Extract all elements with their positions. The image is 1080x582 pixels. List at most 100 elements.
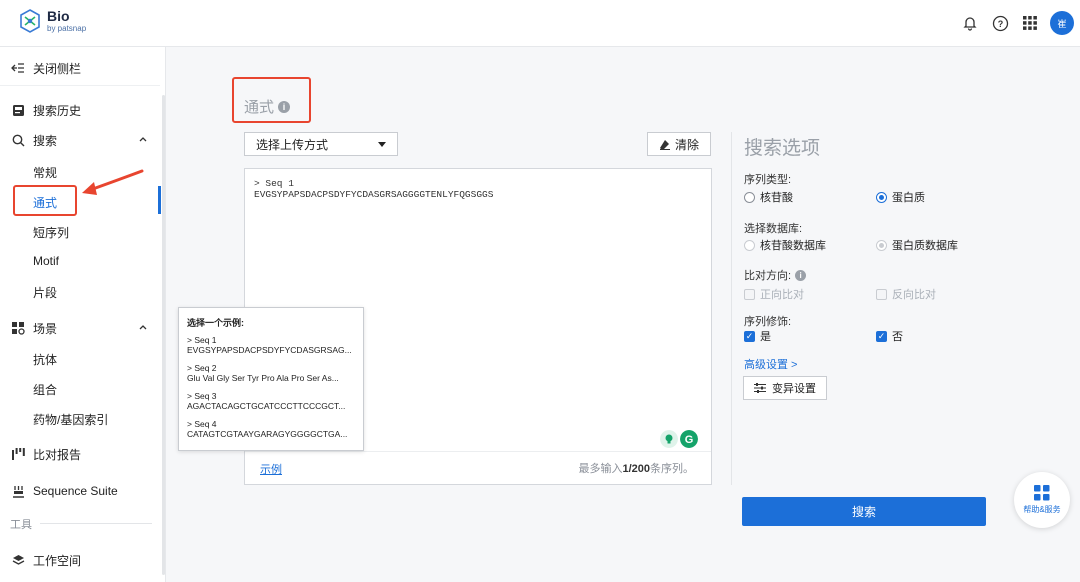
radio-protein-db[interactable]: 蛋白质数据库 [876, 237, 958, 253]
radio-protein[interactable]: 蛋白质 [876, 189, 925, 205]
sequence-limit-count: 1/200 [622, 463, 650, 475]
example-item[interactable]: > Seq 4 CATAGTCGTAAYGARAGYGGGGCTGA... [187, 419, 355, 439]
annotation-box-sidebar [13, 185, 77, 216]
sidebar-item-label: 搜索 [33, 133, 58, 148]
search-icon [11, 133, 25, 147]
sliders-icon [754, 383, 766, 393]
chevron-up-icon[interactable] [138, 322, 148, 332]
help-service-button[interactable]: 帮助&服务 [1014, 472, 1070, 528]
sidebar-item-scenes[interactable]: 场景 [0, 314, 160, 342]
mutation-settings-button[interactable]: 变异设置 [743, 376, 827, 400]
top-bar: Bio by patsnap ? 崔 [0, 0, 1080, 47]
bell-icon[interactable] [958, 11, 982, 35]
info-icon[interactable]: i [795, 269, 807, 281]
sidebar-collapse-button[interactable]: 关闭侧栏 [0, 54, 160, 82]
help-circle-icon[interactable]: ? [988, 11, 1012, 35]
sidebar-item-label: 场景 [33, 321, 58, 336]
caret-down-icon [378, 142, 386, 147]
clear-button[interactable]: 清除 [647, 132, 711, 156]
sequence-text[interactable]: > Seq 1 EVGSYPAPSDACPSDYFYCDASGRSAGGGGTE… [254, 178, 493, 200]
checkbox-modify-no[interactable]: ✓ 否 [876, 328, 903, 344]
tools-section-label: 工具 [10, 519, 32, 531]
grammarly-icon[interactable]: G [680, 430, 698, 448]
sidebar-item-sequence-suite[interactable]: Sequence Suite [0, 477, 160, 505]
upload-method-label: 选择上传方式 [256, 137, 329, 152]
annotation-arrow-icon [82, 169, 144, 195]
sidebar-item-label: 搜索历史 [33, 103, 82, 118]
sidebar-item-short-sequence[interactable]: 短序列 [33, 224, 69, 241]
db-label: 选择数据库: [744, 223, 803, 235]
checkbox-reverse[interactable]: 反向比对 [876, 286, 936, 302]
checkbox-modify-yes[interactable]: ✓ 是 [744, 328, 771, 344]
popup-title: 选择一个示例: [187, 318, 244, 328]
sidebar-divider [0, 85, 160, 86]
radio-checked-icon [876, 191, 887, 203]
collapse-icon [11, 61, 25, 75]
sidebar-item-label: Sequence Suite [33, 484, 118, 498]
direction-label: 比对方向: i [744, 267, 807, 283]
sidebar-item-combination[interactable]: 组合 [33, 381, 57, 398]
upload-method-select[interactable]: 选择上传方式 [244, 132, 398, 156]
logo-title: Bio [47, 8, 70, 24]
options-divider [731, 132, 732, 485]
suite-icon [11, 484, 25, 498]
sequence-limit-text: 最多输入1/200条序列。 [578, 463, 694, 475]
lightbulb-icon[interactable] [660, 430, 678, 448]
modify-label: 序列修饰: [744, 316, 792, 328]
svg-text:G: G [685, 434, 694, 446]
sequence-footer-divider [245, 451, 711, 452]
history-icon [11, 103, 25, 117]
help-grid-icon [1034, 485, 1050, 501]
seq-type-label: 序列类型: [744, 174, 792, 186]
radio-checked-icon [876, 239, 887, 251]
radio-nucleotide-db[interactable]: 核苷酸数据库 [744, 237, 826, 253]
example-link[interactable]: 示例 [260, 461, 282, 477]
eraser-icon [659, 139, 670, 150]
sidebar-item-compare-report[interactable]: 比对报告 [0, 440, 160, 468]
apps-grid-icon[interactable] [1018, 11, 1042, 35]
chevron-up-icon[interactable] [138, 134, 148, 144]
sidebar-item-fragment[interactable]: 片段 [33, 284, 57, 301]
sidebar-item-drug-gene-index[interactable]: 药物/基因索引 [33, 411, 108, 428]
clear-label: 清除 [674, 137, 699, 152]
search-button[interactable]: 搜索 [742, 497, 986, 526]
page-title: 通式 i [244, 96, 291, 117]
example-item[interactable]: > Seq 3 AGACTACAGCTGCATCCCTTCCCGCT... [187, 391, 355, 411]
advanced-settings-link[interactable]: 高级设置 > [744, 356, 797, 372]
page-title-text: 通式 [244, 99, 275, 116]
scenes-icon [11, 321, 25, 335]
checkbox-checked-icon: ✓ [876, 330, 887, 342]
app-logo[interactable]: Bio by patsnap [18, 9, 86, 33]
sidebar-item-motif[interactable]: Motif [33, 254, 59, 268]
bar-chart-icon [11, 447, 25, 461]
radio-icon [744, 239, 755, 251]
logo-subtitle: by patsnap [47, 24, 87, 33]
svg-text:?: ? [997, 19, 1003, 29]
sidebar: 关闭侧栏 搜索历史 搜索 常规 通式 短序列 Motif 片段 场景 抗体 组合… [0, 47, 166, 582]
example-popup: 选择一个示例: > Seq 1 EVGSYPAPSDACPSDYFYCDASGR… [178, 307, 364, 451]
checkbox-icon [876, 288, 887, 300]
sidebar-collapse-label: 关闭侧栏 [33, 61, 82, 76]
sidebar-item-label: 比对报告 [33, 447, 82, 462]
help-service-label: 帮助&服务 [1023, 505, 1061, 514]
checkbox-forward[interactable]: 正向比对 [744, 286, 804, 302]
sidebar-item-general[interactable]: 常规 [33, 164, 57, 181]
sidebar-item-label: 工作空间 [33, 553, 82, 568]
checkbox-checked-icon: ✓ [744, 330, 755, 342]
avatar[interactable]: 崔 [1050, 11, 1074, 35]
sidebar-item-search[interactable]: 搜索 [0, 126, 160, 154]
sidebar-item-antibody[interactable]: 抗体 [33, 351, 57, 368]
workspace-icon [11, 553, 25, 567]
example-item[interactable]: > Seq 2 Glu Val Gly Ser Tyr Pro Ala Pro … [187, 363, 355, 383]
info-icon[interactable]: i [278, 100, 291, 113]
tools-divider [40, 523, 152, 524]
sidebar-scrollbar[interactable] [162, 95, 165, 575]
logo-icon [20, 9, 40, 33]
active-indicator [158, 186, 161, 214]
sidebar-item-history[interactable]: 搜索历史 [0, 96, 160, 124]
radio-icon [744, 191, 755, 203]
radio-nucleotide[interactable]: 核苷酸 [744, 189, 793, 205]
example-item[interactable]: > Seq 1 EVGSYPAPSDACPSDYFYCDASGRSAG... [187, 335, 355, 355]
checkbox-icon [744, 288, 755, 300]
sidebar-item-workspace[interactable]: 工作空间 [0, 546, 160, 574]
